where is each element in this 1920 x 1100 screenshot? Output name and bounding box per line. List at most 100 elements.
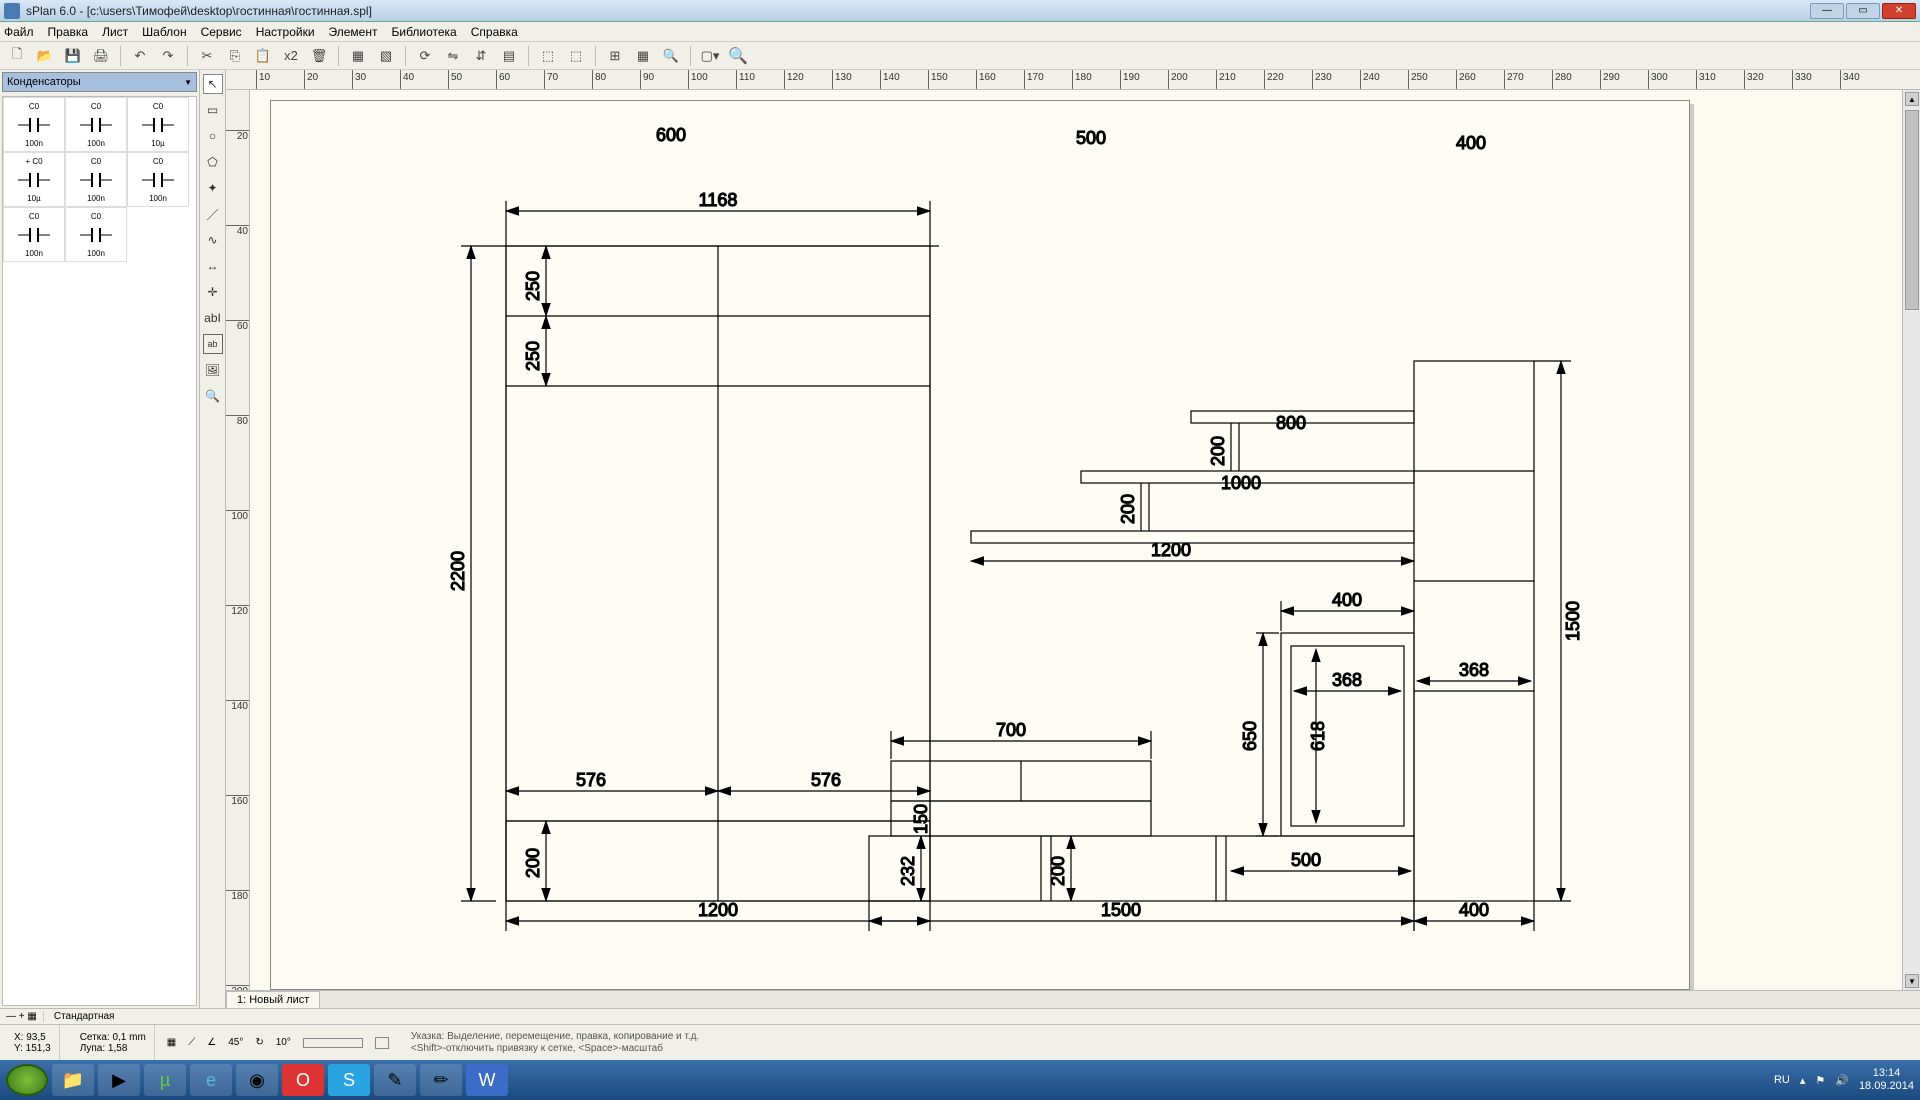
bottom-strip: — + ▦ Стандартная [0, 1008, 1920, 1024]
mirror-h-icon[interactable]: ⇋ [442, 45, 464, 67]
line-tool[interactable]: ／ [203, 204, 223, 224]
ie-icon[interactable]: e [190, 1064, 232, 1096]
rect-tool[interactable]: ▭ [203, 100, 223, 120]
text-tool[interactable]: abI [203, 308, 223, 328]
status-coords: X: 93,5Y: 151,3 [6, 1025, 60, 1060]
svg-text:1200: 1200 [1151, 540, 1191, 560]
open-icon[interactable]: 📂 [34, 45, 56, 67]
library-combo[interactable]: Конденсаторы [2, 72, 197, 92]
opera-icon[interactable]: O [282, 1064, 324, 1096]
textbox-tool[interactable]: ab [203, 334, 223, 354]
menu-settings[interactable]: Настройки [256, 25, 315, 39]
canvas[interactable]: 600 500 400 [250, 90, 1902, 990]
start-button[interactable] [6, 1064, 48, 1096]
palette-item-5[interactable]: C0100n [127, 152, 189, 207]
clock[interactable]: 13:1418.09.2014 [1859, 1067, 1914, 1093]
palette-item-2[interactable]: C010µ [127, 97, 189, 152]
paste-icon[interactable]: 📋 [252, 45, 274, 67]
ruler-horizontal: 1020304050607080901001101201301401501601… [226, 70, 1920, 90]
measure-tool[interactable]: 🔍 [203, 386, 223, 406]
page-icon[interactable]: ▢▾ [699, 45, 721, 67]
window-title: sPlan 6.0 - [c:\users\Тимофей\desktop\го… [26, 4, 1810, 18]
scroll-down-icon[interactable]: ▼ [1905, 974, 1919, 988]
front-icon[interactable]: ▦ [347, 45, 369, 67]
toolbar: 🗋 📂 💾 🖨 ↶ ↷ ✂ ⎘ 📋 x2 🗑 ▦ ▧ ⟳ ⇋ ⇵ ▤ ⬚ ⬚ ⊞… [0, 42, 1920, 70]
palette-item-4[interactable]: C0100n [65, 152, 127, 207]
save-icon[interactable]: 💾 [62, 45, 84, 67]
menu-element[interactable]: Элемент [329, 25, 378, 39]
menu-bar: Файл Правка Лист Шаблон Сервис Настройки… [0, 22, 1920, 42]
group-icon[interactable]: ⬚ [537, 45, 559, 67]
snap-icon[interactable]: ⊞ [604, 45, 626, 67]
minimize-button[interactable]: — [1810, 3, 1844, 19]
palette-item-7[interactable]: C0100n [65, 207, 127, 262]
palette-item-6[interactable]: C0100n [3, 207, 65, 262]
print-icon[interactable]: 🖨 [90, 45, 112, 67]
zoom-icon[interactable]: 🔍 [727, 45, 749, 67]
delete-icon[interactable]: 🗑 [308, 45, 330, 67]
circle-tool[interactable]: ○ [203, 126, 223, 146]
snap-toggle-icon[interactable]: ⟋ [188, 1037, 195, 1048]
align-icon[interactable]: ▤ [498, 45, 520, 67]
cut-icon[interactable]: ✂ [196, 45, 218, 67]
svg-text:200: 200 [1118, 494, 1138, 524]
new-icon[interactable]: 🗋 [6, 45, 28, 67]
tray-flag-icon[interactable]: ▴ [1800, 1074, 1806, 1087]
grid-icon[interactable]: ▦ [632, 45, 654, 67]
svg-text:200: 200 [1208, 436, 1228, 466]
sidebar: Конденсаторы C0100nC0100nC010µ+ C010µC01… [0, 70, 200, 1008]
status-bar: X: 93,5Y: 151,3 Сетка: 0,1 mmЛупа: 1,58 … [0, 1024, 1920, 1060]
menu-edit[interactable]: Правка [48, 25, 89, 39]
explorer-icon[interactable]: 📁 [52, 1064, 94, 1096]
svg-text:576: 576 [811, 770, 841, 790]
grid-toggle-icon[interactable]: ▦ [167, 1037, 176, 1048]
lang-indicator[interactable]: RU [1774, 1074, 1790, 1086]
mirror-v-icon[interactable]: ⇵ [470, 45, 492, 67]
pencil-icon[interactable]: ✎ [374, 1064, 416, 1096]
image-tool[interactable]: 🖼 [203, 360, 223, 380]
menu-help[interactable]: Справка [471, 25, 518, 39]
word-icon[interactable]: W [466, 1064, 508, 1096]
copy-icon[interactable]: ⎘ [224, 45, 246, 67]
redo-icon[interactable]: ↷ [157, 45, 179, 67]
svg-text:2200: 2200 [448, 551, 468, 591]
menu-library[interactable]: Библиотека [391, 25, 456, 39]
ungroup-icon[interactable]: ⬚ [565, 45, 587, 67]
svg-text:618: 618 [1308, 721, 1328, 751]
node-tool[interactable]: ✛ [203, 282, 223, 302]
utorrent-icon[interactable]: µ [144, 1064, 186, 1096]
splan-task-icon[interactable]: ✏ [420, 1064, 462, 1096]
special-tool[interactable]: ✦ [203, 178, 223, 198]
dimension-tool[interactable]: ↔ [203, 256, 223, 276]
tray-network-icon[interactable]: ⚑ [1815, 1074, 1825, 1087]
svg-text:250: 250 [523, 341, 543, 371]
palette-item-1[interactable]: C0100n [65, 97, 127, 152]
scroll-up-icon[interactable]: ▲ [1905, 92, 1919, 106]
find-icon[interactable]: 🔍 [660, 45, 682, 67]
scroll-thumb[interactable] [1905, 110, 1919, 310]
rotate-icon[interactable]: ⟳ [414, 45, 436, 67]
menu-sheet[interactable]: Лист [102, 25, 128, 39]
skype-icon[interactable]: S [328, 1064, 370, 1096]
vertical-scrollbar[interactable]: ▲ ▼ [1902, 90, 1920, 990]
undo-icon[interactable]: ↶ [129, 45, 151, 67]
svg-text:200: 200 [1048, 856, 1068, 886]
menu-file[interactable]: Файл [4, 25, 34, 39]
pointer-tool[interactable]: ↖ [203, 74, 223, 94]
bezier-tool[interactable]: ∿ [203, 230, 223, 250]
close-button[interactable]: ✕ [1882, 3, 1916, 19]
svg-text:1200: 1200 [698, 900, 738, 920]
dup-icon[interactable]: x2 [280, 45, 302, 67]
menu-template[interactable]: Шаблон [142, 25, 186, 39]
tray-volume-icon[interactable]: 🔊 [1835, 1074, 1849, 1087]
sheet-tab[interactable]: 1: Новый лист [226, 991, 320, 1008]
maximize-button[interactable]: ▭ [1846, 3, 1880, 19]
palette-item-0[interactable]: C0100n [3, 97, 65, 152]
poly-tool[interactable]: ⬠ [203, 152, 223, 172]
back-icon[interactable]: ▧ [375, 45, 397, 67]
chrome-icon[interactable]: ◉ [236, 1064, 278, 1096]
menu-service[interactable]: Сервис [201, 25, 242, 39]
svg-text:650: 650 [1240, 721, 1260, 751]
palette-item-3[interactable]: + C010µ [3, 152, 65, 207]
wmp-icon[interactable]: ▶ [98, 1064, 140, 1096]
